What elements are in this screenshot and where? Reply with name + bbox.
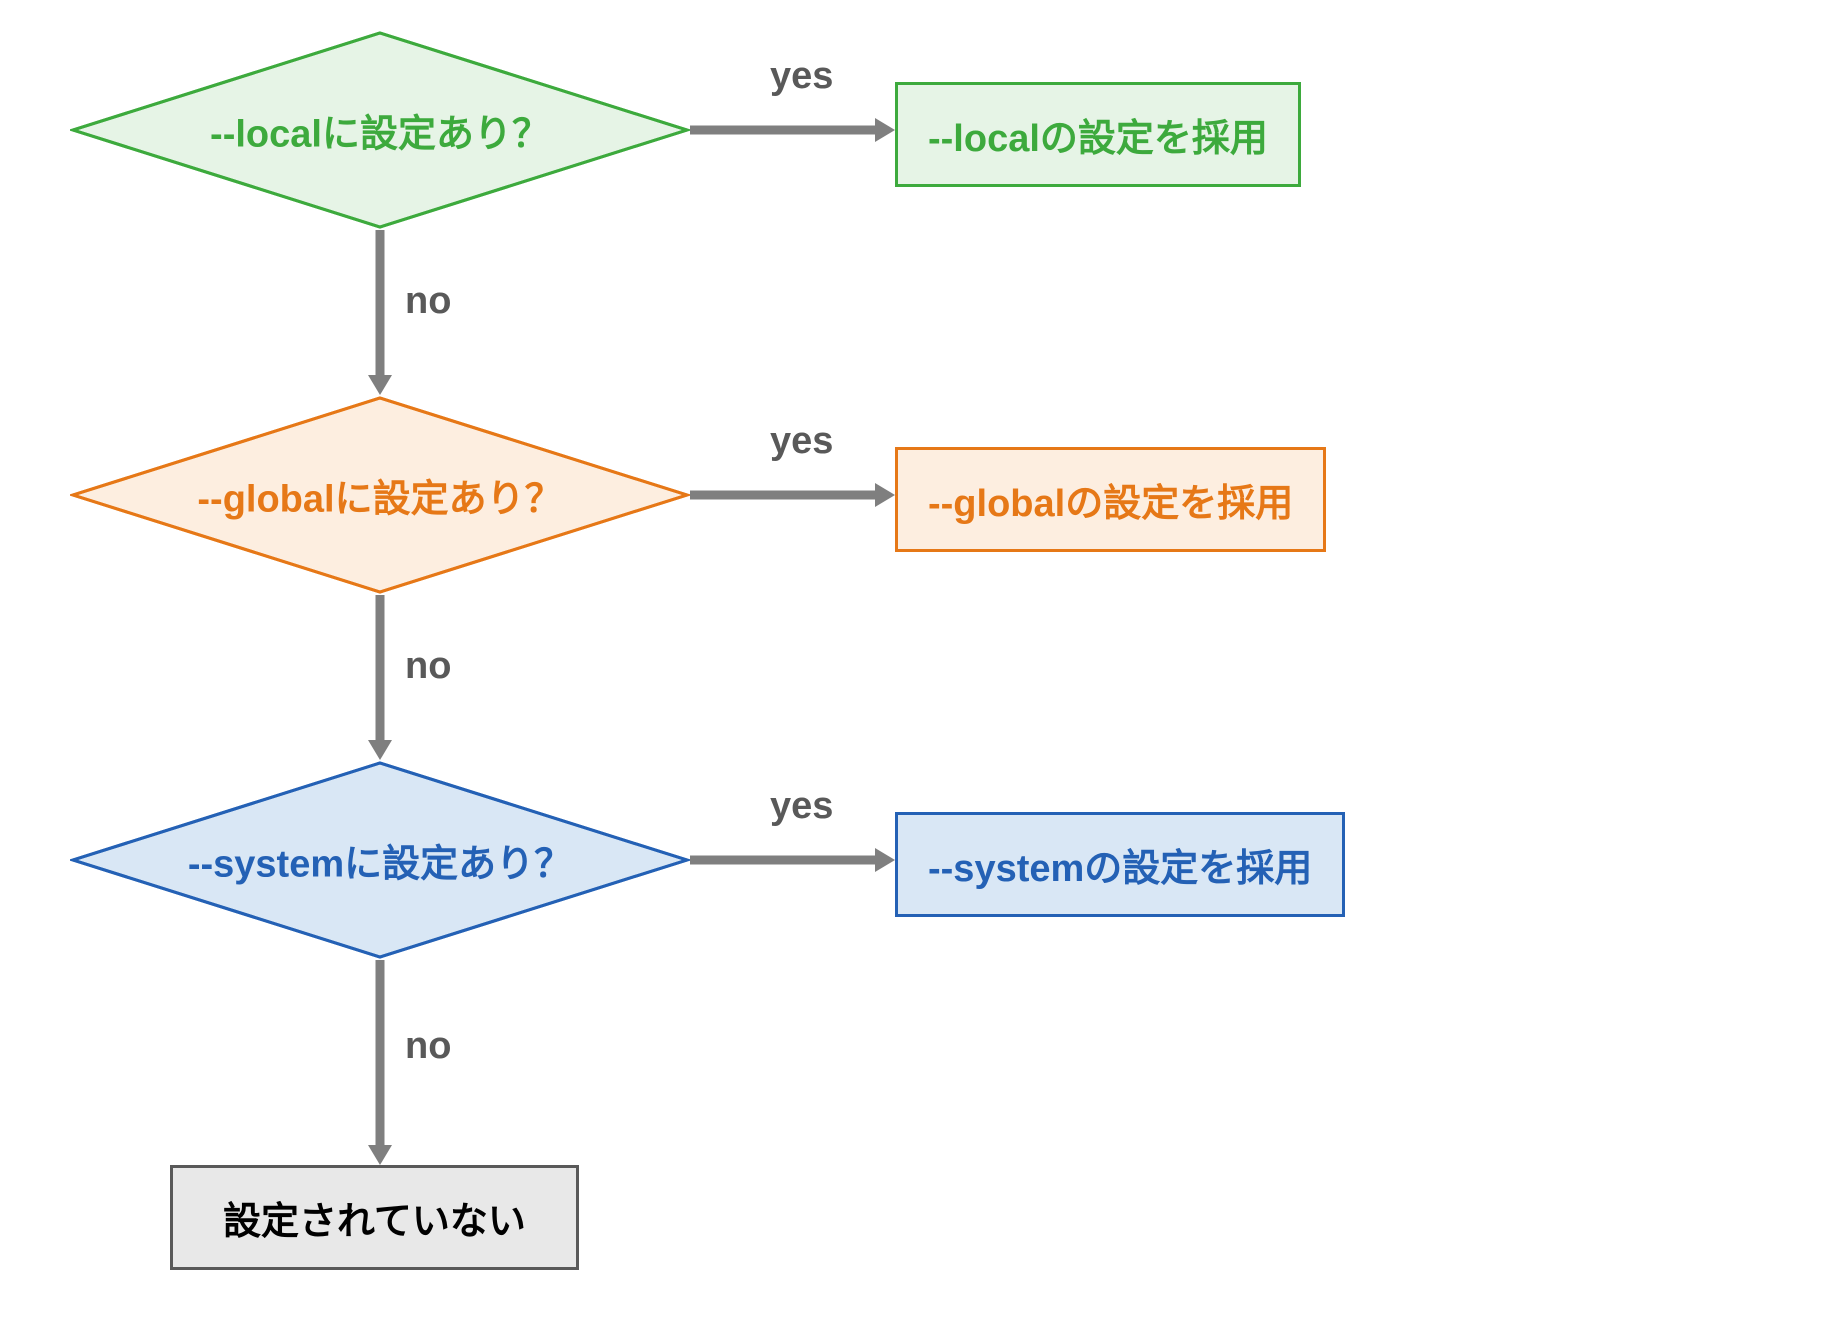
label-no-global: no <box>405 645 451 688</box>
arrow-yes-system <box>690 845 895 875</box>
arrow-yes-global <box>690 480 895 510</box>
label-yes-local: yes <box>770 55 833 98</box>
result-suffix-global: の設定を採用 <box>1065 483 1293 525</box>
arrow-no-global <box>365 595 395 760</box>
arrow-yes-local <box>690 115 895 145</box>
decision-suffix-system: に設定あり？ <box>344 844 572 886</box>
label-no-system: no <box>405 1025 451 1068</box>
result-suffix-local: の設定を採用 <box>1040 118 1268 160</box>
decision-suffix-global: に設定あり？ <box>335 479 563 521</box>
result-flag-system: --system <box>928 848 1084 890</box>
flag-local: --local <box>210 114 322 156</box>
result-local: --localの設定を採用 <box>895 82 1301 187</box>
decision-global: --globalに設定あり？ <box>70 395 690 595</box>
flag-global: --global <box>197 479 334 521</box>
label-yes-global: yes <box>770 420 833 463</box>
result-global: --globalの設定を採用 <box>895 447 1326 552</box>
decision-suffix-local: に設定あり？ <box>322 114 550 156</box>
flag-system: --system <box>188 844 344 886</box>
decision-local: --localに設定あり？ <box>70 30 690 230</box>
arrow-no-local <box>365 230 395 395</box>
result-system: --systemの設定を採用 <box>895 812 1345 917</box>
decision-system: --systemに設定あり？ <box>70 760 690 960</box>
result-flag-local: --local <box>928 118 1040 160</box>
result-flag-global: --global <box>928 483 1065 525</box>
terminal-box: 設定されていない <box>170 1165 579 1270</box>
label-yes-system: yes <box>770 785 833 828</box>
label-no-local: no <box>405 280 451 323</box>
arrow-no-system <box>365 960 395 1165</box>
result-suffix-system: の設定を採用 <box>1084 848 1312 890</box>
